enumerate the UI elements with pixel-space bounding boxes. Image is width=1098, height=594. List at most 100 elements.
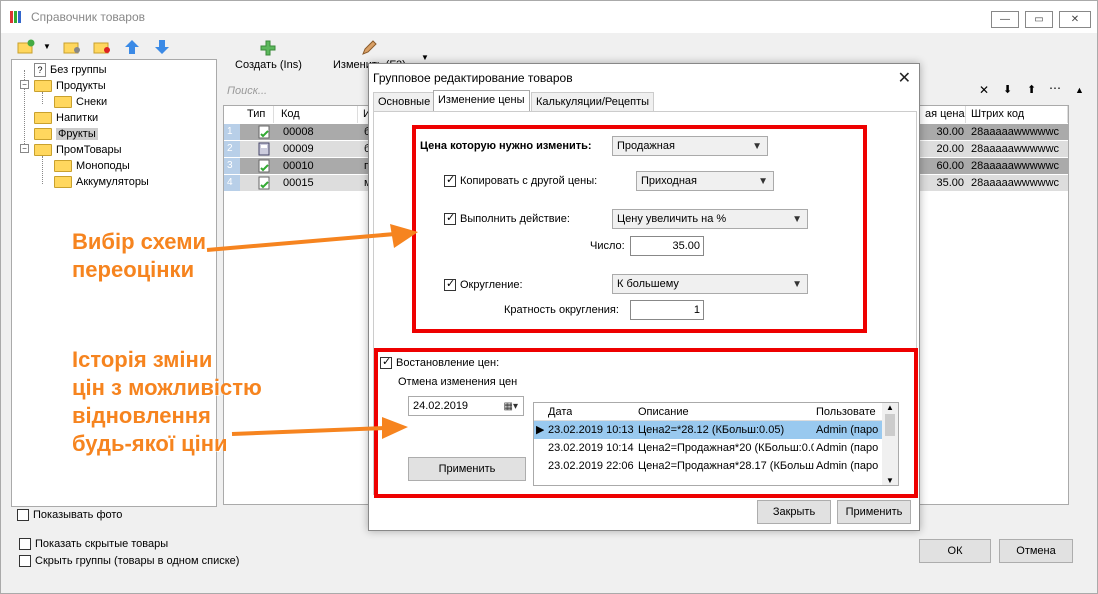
current-row-icon: ▶ (536, 424, 545, 436)
folder-icon (54, 176, 72, 188)
chevron-down-icon: ▼ (792, 279, 802, 290)
tree-item-snacks[interactable]: Снеки (54, 94, 107, 110)
scroll-up-icon[interactable]: ▲ (1075, 85, 1084, 95)
date-picker[interactable]: 24.02.2019 ▦▾ (408, 396, 524, 416)
edit-dropdown-icon[interactable]: ▼ (421, 53, 429, 62)
tree-item-monopods[interactable]: Моноподы (54, 158, 130, 174)
history-scrollbar[interactable]: ▲ ▼ (882, 403, 898, 485)
window-title: Справочник товаров (31, 10, 145, 24)
cancel-button[interactable]: Отмена (999, 539, 1073, 563)
folder-settings-icon[interactable] (63, 39, 81, 55)
apply-button[interactable]: Применить (837, 500, 911, 524)
annotation-scheme: Вибір схеми переоцінки (72, 229, 207, 282)
tree-item-drinks[interactable]: Напитки (34, 110, 98, 126)
item-icon (258, 159, 270, 173)
ok-button[interactable]: ОК (919, 539, 991, 563)
arrow-down-icon[interactable] (153, 39, 171, 55)
bottom-options: Показать скрытые товары Скрыть группы (т… (19, 535, 239, 569)
folder-icon (34, 128, 52, 140)
tree-toolbar: ▼ (11, 35, 217, 61)
history-row[interactable]: 23.02.2019 22:06 Цена2=Продажная*28.17 (… (534, 457, 882, 475)
copy-from-checkbox[interactable]: Копировать с другой цены: (444, 173, 597, 187)
cancel-changes-group-label: Отмена изменения цен (398, 376, 518, 388)
tab-price-change[interactable]: Изменение цены (433, 90, 530, 112)
folder-icon (34, 112, 52, 124)
column-header-type[interactable]: Тип (244, 106, 274, 123)
sort-up-icon[interactable]: ⬆ (1027, 83, 1036, 96)
tree-item-fruits[interactable]: Фрукты (34, 126, 98, 142)
column-header-description[interactable]: Описание (638, 403, 689, 421)
column-header-date[interactable]: Дата (548, 403, 572, 421)
pencil-icon (362, 40, 378, 55)
chevron-down-icon: ▼ (792, 214, 802, 225)
column-header-price[interactable]: ая цена (922, 106, 966, 123)
minimize-button[interactable]: — (991, 11, 1019, 28)
plus-icon (260, 40, 276, 56)
close-window-button[interactable]: ✕ (1059, 11, 1091, 28)
collapse-products-icon[interactable]: − (20, 80, 29, 89)
maximize-button[interactable]: ▭ (1025, 11, 1053, 28)
scroll-down-icon[interactable]: ▼ (882, 476, 898, 485)
close-button[interactable]: Закрыть (757, 500, 831, 524)
sort-down-icon[interactable]: ⬇ (1003, 83, 1012, 96)
dialog-title: Групповое редактирование товаров (373, 71, 573, 85)
tree-item-products[interactable]: Продукты (34, 78, 106, 94)
column-header-barcode[interactable]: Штрих код (968, 106, 1068, 123)
show-hidden-checkbox[interactable]: Показать скрытые товары (19, 535, 239, 552)
group-edit-dialog: Групповое редактирование товаров ✕ Основ… (368, 63, 920, 531)
number-label: Число: (590, 240, 625, 252)
arrow-icon (206, 224, 418, 252)
title-bar: Справочник товаров — ▭ ✕ (1, 1, 1097, 33)
create-button[interactable]: Создать (Ins) (235, 35, 302, 71)
tree-item-batteries[interactable]: Аккумуляторы (54, 174, 149, 190)
calculator-icon (258, 142, 270, 156)
tab-calculations[interactable]: Калькуляции/Рецепты (531, 92, 655, 112)
search-input[interactable]: Поиск... (227, 85, 267, 97)
rounding-select[interactable]: К большему ▼ (612, 274, 808, 294)
folder-icon (34, 144, 52, 156)
dropdown-arrow-icon[interactable]: ▼ (43, 42, 51, 51)
price-to-change-label: Цена которую нужно изменить: (420, 140, 592, 152)
question-icon: ? (34, 63, 46, 77)
apply-restore-button[interactable]: Применить (408, 457, 526, 481)
chevron-down-icon: ▼ (752, 141, 762, 152)
action-select[interactable]: Цену увеличить на % ▼ (612, 209, 808, 229)
more-icon[interactable]: ⋯ (1049, 81, 1061, 95)
show-photo-checkbox[interactable]: Показывать фото (17, 509, 122, 521)
scroll-up-icon[interactable]: ▲ (882, 403, 898, 412)
number-input[interactable]: 35.00 (630, 236, 704, 256)
copy-from-select[interactable]: Приходная ▼ (636, 171, 774, 191)
tab-basic[interactable]: Основные (373, 92, 436, 112)
tree-item-no-group[interactable]: ? Без группы (34, 62, 107, 78)
books-icon (10, 11, 21, 23)
price-history-table: Дата Описание Пользовате ▶ 23.02.2019 10… (533, 402, 899, 486)
close-icon[interactable]: ✕ (898, 68, 911, 88)
column-header-code[interactable]: Код (278, 106, 358, 123)
calendar-icon[interactable]: ▦▾ (504, 398, 518, 416)
history-header: Дата Описание Пользовате (534, 403, 882, 421)
item-icon (258, 176, 270, 190)
rounding-multiplicity-input[interactable]: 1 (630, 300, 704, 320)
history-row[interactable]: ▶ 23.02.2019 10:13 Цена2=*28.12 (КБольш:… (534, 421, 882, 439)
history-row[interactable]: 23.02.2019 10:14 Цена2=Продажная*20 (КБо… (534, 439, 882, 457)
column-header-user[interactable]: Пользовате (816, 403, 876, 421)
folder-icon (54, 96, 72, 108)
action-checkbox[interactable]: Выполнить действие: (444, 211, 570, 225)
delete-folder-icon[interactable] (93, 39, 111, 55)
folder-icon (54, 160, 72, 172)
restore-prices-checkbox[interactable]: Востановление цен: (380, 355, 499, 369)
price-to-change-select[interactable]: Продажная ▼ (612, 136, 768, 156)
hide-groups-checkbox[interactable]: Скрыть группы (товары в одном списке) (19, 552, 239, 569)
arrow-up-icon[interactable] (123, 39, 141, 55)
scroll-thumb[interactable] (885, 414, 895, 436)
arrow-icon (231, 417, 408, 439)
item-icon (258, 125, 270, 139)
chevron-down-icon: ▼ (758, 176, 768, 187)
rounding-multiplicity-label: Кратность округления: (504, 304, 619, 316)
collapse-promtovary-icon[interactable]: − (20, 144, 29, 153)
clear-search-icon[interactable]: ✕ (979, 83, 989, 97)
folder-icon (34, 80, 52, 92)
tree-item-promtovary[interactable]: ПромТовары (34, 142, 122, 158)
rounding-checkbox[interactable]: Округление: (444, 277, 523, 291)
add-folder-icon[interactable] (17, 39, 35, 55)
